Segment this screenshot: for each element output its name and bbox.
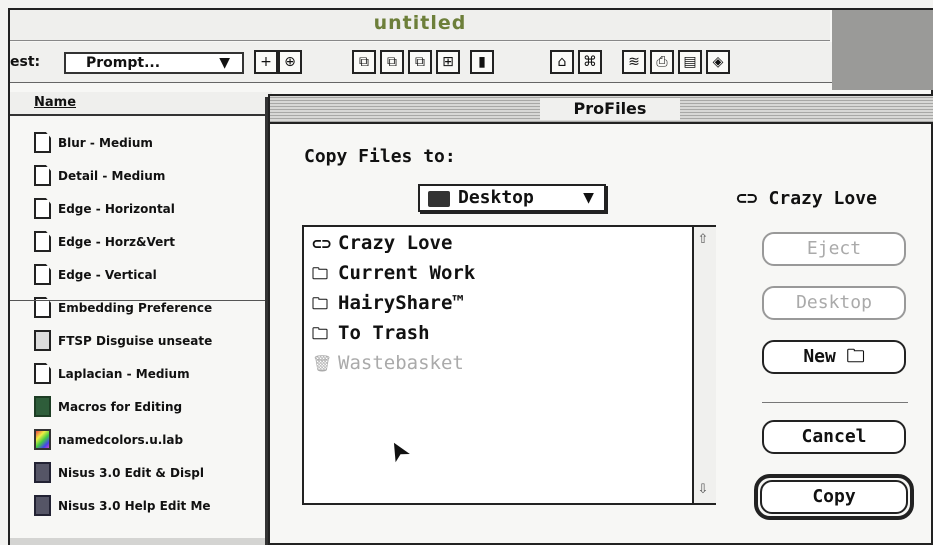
folder-icon: 🗀	[312, 264, 329, 283]
document-icon	[34, 198, 51, 219]
scroll-up-icon[interactable]: ⇧	[694, 231, 712, 249]
list-item-label: FTSP Disguise unseate	[58, 334, 213, 348]
document-icon	[34, 165, 51, 186]
tree-icon[interactable]: ⌘	[578, 50, 602, 74]
destination-item-label: Wastebasket	[338, 352, 464, 374]
window-title: untitled	[373, 12, 467, 34]
stack-icon[interactable]: ≋	[622, 50, 646, 74]
test-select-value: Prompt...	[86, 55, 161, 71]
horizontal-scrollbar[interactable]	[10, 538, 272, 545]
test-select[interactable]: Prompt... ▼	[64, 52, 244, 74]
list-divider	[10, 300, 272, 301]
destination-item[interactable]: 🗀 To Trash	[312, 318, 430, 348]
folder-icon[interactable]: ▤	[678, 50, 702, 74]
location-popup[interactable]: Desktop ▼	[418, 184, 606, 212]
chevron-down-icon: ▼	[583, 187, 594, 208]
disk-icon: ⊂⊃	[736, 188, 758, 209]
list-item-label: Edge - Horizontal	[58, 202, 175, 216]
list-item[interactable]: Nisus 3.0 Edit & Displ	[34, 458, 274, 488]
list-item-label: Edge - Vertical	[58, 268, 157, 282]
list-item-label: Laplacian - Medium	[58, 367, 190, 381]
info-icon[interactable]: ◈	[706, 50, 730, 74]
name-column-header[interactable]: Name	[34, 95, 76, 110]
scroll-down-icon[interactable]: ⇩	[694, 481, 712, 499]
cancel-button[interactable]: Cancel	[762, 420, 906, 454]
chevron-down-icon: ▼	[219, 55, 230, 71]
document-icon	[34, 264, 51, 285]
location-popup-label: Desktop	[458, 187, 534, 208]
desktop-button[interactable]: Desktop	[762, 286, 906, 320]
list-item[interactable]: FTSP Disguise unseate	[34, 326, 274, 356]
zoom-icon[interactable]: ⊕	[278, 50, 302, 74]
list-item-label: Blur - Medium	[58, 136, 153, 150]
destination-item-label: To Trash	[338, 322, 430, 344]
document-icon	[34, 363, 51, 384]
trash-icon: 🗑	[312, 354, 333, 373]
list-item-label: Nisus 3.0 Help Edit Me	[58, 499, 211, 513]
list-item-label: Embedding Preference	[58, 301, 213, 315]
disguise-doc-icon	[34, 330, 51, 351]
list-item[interactable]: Macros for Editing	[34, 392, 274, 422]
hard-disk-icon	[428, 191, 450, 207]
current-disk-label: ⊂⊃ Crazy Love	[736, 188, 877, 209]
copy-icon[interactable]: ⧉	[352, 50, 376, 74]
nisus-icon	[34, 462, 51, 483]
duplicate-icon[interactable]: ⧉	[408, 50, 432, 74]
print-icon[interactable]: ⎙	[650, 50, 674, 74]
destination-item-label: HairyShare™	[338, 292, 464, 314]
document-icon	[34, 231, 51, 252]
list-item[interactable]: Laplacian - Medium	[34, 359, 274, 389]
list-item[interactable]: Edge - Horizontal	[34, 194, 274, 224]
button-divider	[762, 402, 908, 403]
list-item-label: Nisus 3.0 Edit & Displ	[58, 466, 204, 480]
destination-item[interactable]: 🗀 HairyShare™	[312, 288, 464, 318]
list-item-label: Detail - Medium	[58, 169, 166, 183]
destination-item[interactable]: 🗀 Current Work	[312, 258, 475, 288]
test-label: est:	[10, 54, 41, 70]
disk-icon: ⊂⊃	[312, 234, 332, 253]
folder-icon: 🗀	[312, 294, 329, 313]
macro-app-icon	[34, 396, 51, 417]
new-doc-icon[interactable]: +	[254, 50, 278, 74]
desktop-background	[832, 10, 933, 90]
folder-icon: 🗀	[312, 324, 329, 343]
list-item[interactable]: Detail - Medium	[34, 161, 274, 191]
destination-item[interactable]: ⊂⊃ Crazy Love	[312, 228, 452, 258]
list-item[interactable]: Blur - Medium	[34, 128, 274, 158]
folder-icon: 🗀	[846, 346, 865, 367]
copy-files-prompt: Copy Files to:	[304, 146, 456, 167]
list-item[interactable]: Edge - Vertical	[34, 260, 274, 290]
destination-item-label: Current Work	[338, 262, 476, 284]
color-lab-icon	[34, 429, 51, 450]
nisus-icon	[34, 495, 51, 516]
list-item[interactable]: Edge - Horz&Vert	[34, 227, 274, 257]
list-item-label: Macros for Editing	[58, 400, 183, 414]
new-folder-button[interactable]: New 🗀	[762, 340, 906, 374]
list-item-label: namedcolors.u.lab	[58, 433, 184, 447]
eject-button[interactable]: Eject	[762, 232, 906, 266]
current-disk-name: Crazy Love	[768, 188, 877, 209]
paste-icon[interactable]: ⧉	[380, 50, 404, 74]
list-item-label: Edge - Horz&Vert	[58, 235, 175, 249]
vertical-scrollbar[interactable]	[692, 227, 716, 503]
grid-icon[interactable]: ⊞	[436, 50, 460, 74]
network-icon[interactable]: ⌂	[550, 50, 574, 74]
list-item[interactable]: namedcolors.u.lab	[34, 425, 274, 455]
trash-icon[interactable]: ▮	[470, 50, 494, 74]
list-item[interactable]: Nisus 3.0 Help Edit Me	[34, 491, 274, 521]
document-icon	[34, 132, 51, 153]
destination-item: 🗑 Wastebasket	[312, 348, 464, 378]
new-folder-label: New	[803, 346, 836, 367]
dialog-title: ProFiles	[540, 98, 680, 120]
copy-button[interactable]: Copy	[760, 480, 908, 514]
destination-item-label: Crazy Love	[338, 232, 453, 254]
list-item[interactable]: Embedding Preference	[34, 293, 274, 323]
